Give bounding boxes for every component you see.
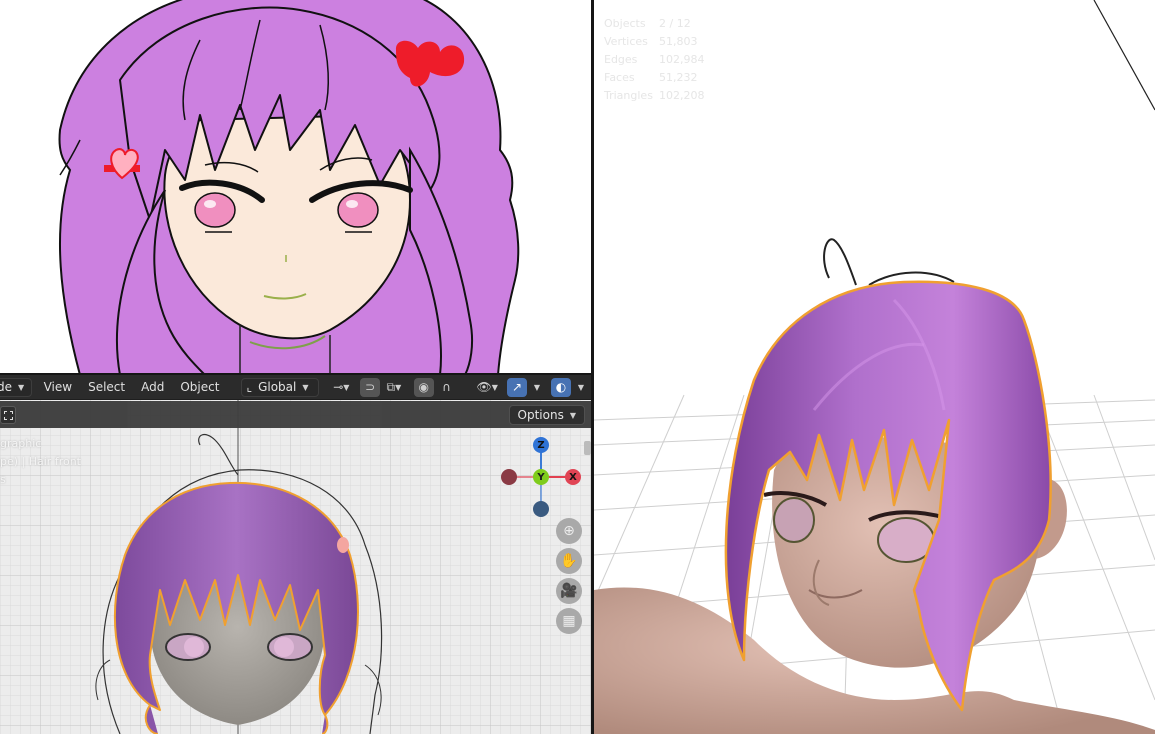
stat-label: Vertices [604, 35, 648, 48]
perspective-viewport-canvas[interactable] [594, 0, 1155, 734]
tool-settings-bar: Options ▼ [0, 401, 591, 428]
options-label: Options [517, 408, 564, 422]
falloff-dropdown[interactable]: ∩ [434, 378, 460, 397]
overlay-toggle[interactable]: ◐ [551, 377, 571, 397]
overlay-icon: ◐ [555, 380, 567, 394]
gizmo-dropdown[interactable]: ▼ [527, 378, 547, 397]
transform-orientation-dropdown[interactable]: ⌞ Global ▼ [241, 377, 319, 397]
eye-icon: 👁 [476, 380, 492, 394]
toggle-ortho-button[interactable]: ▦ [556, 608, 582, 634]
view-menu[interactable]: View [36, 380, 80, 394]
view-name-text: graphic [0, 437, 42, 450]
zoom-icon: ⊕ [563, 523, 575, 539]
pan-view-button[interactable]: ✋ [556, 548, 582, 574]
gizmo-neg-z-axis[interactable] [533, 501, 549, 517]
gizmo-y-axis[interactable]: Y [533, 469, 549, 485]
proportional-edit-toggle[interactable]: ◉ [413, 377, 434, 397]
transform-axes-icon: ⌞ [246, 380, 253, 394]
stat-label: Objects [604, 17, 646, 30]
active-object-text: pe) | Hair front [0, 455, 81, 468]
stat-row: Objects 2 / 12 [604, 15, 705, 33]
stat-row: Triangles 102,208 [604, 87, 705, 105]
gizmo-neg-x-axis[interactable] [501, 469, 517, 485]
reference-image-panel [0, 0, 591, 375]
visibility-dropdown[interactable]: 👁 ▼ [473, 378, 501, 397]
stat-value: 2 / 12 [659, 17, 691, 30]
options-dropdown[interactable]: Options ▼ [508, 405, 585, 425]
chevron-down-icon: ▼ [577, 382, 585, 392]
perspective-viewport[interactable]: Objects 2 / 12 Vertices 51,803 Edges 102… [594, 0, 1155, 734]
overlay-dropdown[interactable]: ▼ [571, 378, 591, 397]
region-scroll-handle[interactable] [584, 441, 591, 455]
chevron-down-icon: ▼ [533, 382, 541, 392]
gizmo-icon: ↗ [511, 380, 523, 394]
pivot-point-button[interactable]: ⊸ ▼ [327, 378, 357, 397]
snap-toggle[interactable]: ⊃ [360, 377, 381, 397]
add-menu[interactable]: Add [133, 380, 172, 394]
stat-value: 102,208 [659, 89, 705, 102]
units-text: s [0, 473, 6, 486]
stat-label: Edges [604, 53, 638, 66]
chevron-down-icon: ▼ [343, 382, 350, 392]
chevron-down-icon: ▼ [302, 382, 309, 392]
stat-label: Faces [604, 71, 635, 84]
stat-value: 102,984 [659, 53, 705, 66]
camera-view-button[interactable]: 🎥 [556, 578, 582, 604]
zoom-view-button[interactable]: ⊕ [556, 518, 582, 544]
camera-icon: 🎥 [560, 583, 578, 599]
grid-icon: ▦ [562, 613, 576, 629]
magnet-icon: ⊃ [365, 380, 376, 394]
select-menu[interactable]: Select [80, 380, 133, 394]
snap-increment-icon: ⧉ [386, 379, 396, 394]
front-ortho-viewport[interactable]: de ▼ View Select Add Object ⌞ Global ▼ ⊸… [0, 375, 591, 734]
stat-value: 51,803 [659, 35, 698, 48]
chevron-down-icon: ▼ [18, 382, 25, 392]
ortho-viewport-canvas[interactable] [0, 375, 591, 734]
object-menu[interactable]: Object [172, 380, 227, 394]
stat-value: 51,232 [659, 71, 698, 84]
chevron-down-icon: ▼ [569, 410, 576, 420]
interaction-mode-dropdown[interactable]: de ▼ [0, 377, 32, 397]
select-box-tool-icon[interactable] [0, 406, 16, 424]
chevron-down-icon: ▼ [491, 382, 498, 392]
viewport-header: de ▼ View Select Add Object ⌞ Global ▼ ⊸… [0, 375, 591, 400]
interaction-mode-label: de [0, 380, 12, 394]
stat-row: Faces 51,232 [604, 69, 705, 87]
chevron-down-icon: ▼ [395, 382, 402, 392]
viewport-info-text: graphic pe) | Hair front s [0, 435, 81, 489]
snap-target-dropdown[interactable]: ⧉ ▼ [380, 378, 408, 397]
pivot-icon: ⊸ [333, 380, 344, 394]
stat-row: Vertices 51,803 [604, 33, 705, 51]
stat-label: Triangles [604, 89, 653, 102]
stat-row: Edges 102,984 [604, 51, 705, 69]
falloff-curve-icon: ∩ [442, 380, 451, 394]
transform-orientation-label: Global [258, 380, 297, 394]
gizmo-x-axis[interactable]: X [565, 469, 581, 485]
proportional-edit-icon: ◉ [418, 380, 429, 394]
gizmo-toggle[interactable]: ↗ [507, 377, 527, 397]
gizmo-z-axis[interactable]: Z [533, 437, 549, 453]
reference-drawing [58, 0, 520, 375]
scene-statistics: Objects 2 / 12 Vertices 51,803 Edges 102… [604, 15, 705, 105]
hand-icon: ✋ [560, 553, 578, 569]
